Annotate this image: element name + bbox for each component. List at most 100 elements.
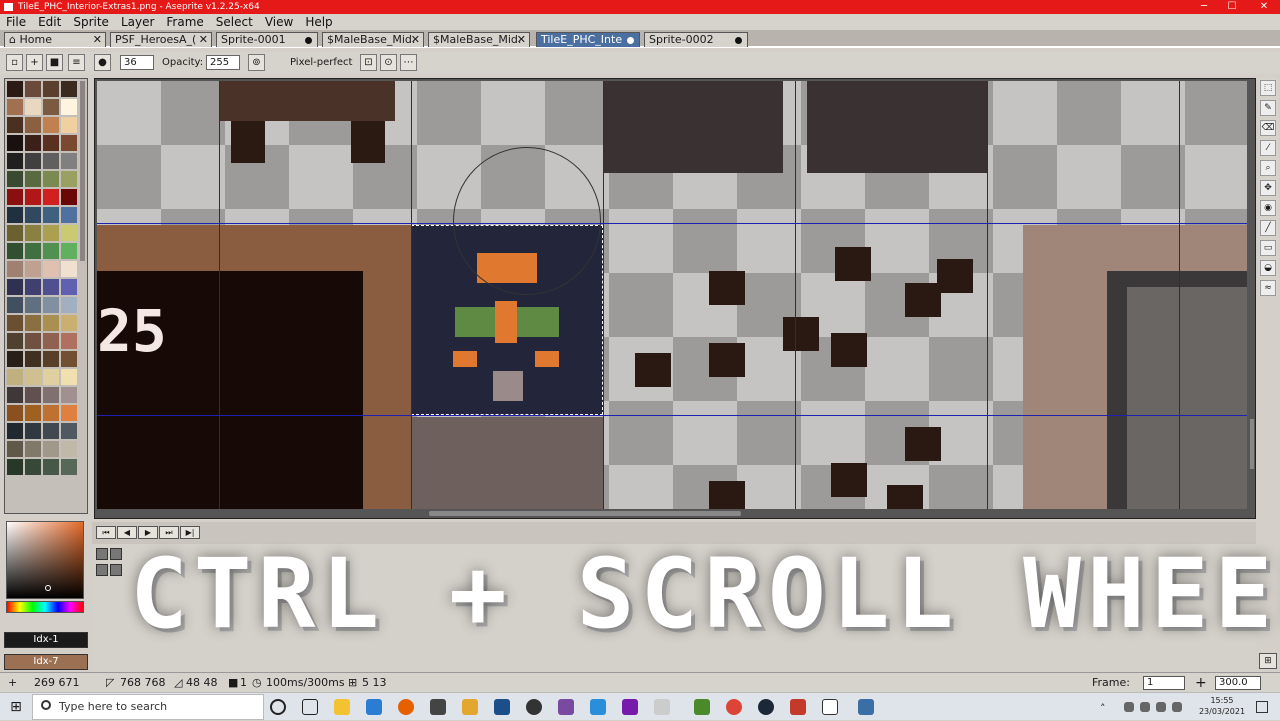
vertical-scrollbar[interactable] bbox=[1250, 419, 1254, 469]
visibility-eye-icon[interactable] bbox=[96, 548, 108, 560]
brush-square-icon[interactable]: ■ bbox=[46, 54, 63, 71]
pencil-tool-icon[interactable]: ✎ bbox=[1260, 100, 1276, 116]
app-icon[interactable] bbox=[462, 699, 478, 715]
palette-swatch[interactable] bbox=[7, 243, 23, 259]
visibility-eye-icon[interactable] bbox=[96, 564, 108, 576]
app-icon[interactable] bbox=[558, 699, 574, 715]
app-icon[interactable] bbox=[430, 699, 446, 715]
notifications-icon[interactable] bbox=[1256, 701, 1268, 713]
palette-swatch[interactable] bbox=[43, 243, 59, 259]
palette-swatch[interactable] bbox=[43, 117, 59, 133]
maximize-button[interactable]: ☐ bbox=[1218, 0, 1246, 14]
brush-size-input[interactable]: 36 bbox=[120, 55, 154, 70]
palette-swatch[interactable] bbox=[7, 441, 23, 457]
palette-swatch[interactable] bbox=[7, 297, 23, 313]
taskbar-search-box[interactable]: Type here to search bbox=[32, 694, 264, 720]
more-options-icon[interactable]: ⋯ bbox=[400, 54, 417, 71]
palette-swatch[interactable] bbox=[25, 207, 41, 223]
palette-swatch[interactable] bbox=[61, 99, 77, 115]
palette-swatch[interactable] bbox=[7, 423, 23, 439]
menu-icon[interactable]: ≡ bbox=[68, 54, 85, 71]
palette-swatch[interactable] bbox=[25, 135, 41, 151]
palette-swatch[interactable] bbox=[25, 153, 41, 169]
lock-icon[interactable]: ▫ bbox=[6, 54, 23, 71]
tab-active-document[interactable]: TileE_PHC_Inte bbox=[536, 32, 640, 47]
palette-swatch[interactable] bbox=[43, 153, 59, 169]
visual-studio-icon[interactable] bbox=[494, 699, 510, 715]
palette-swatch[interactable] bbox=[25, 423, 41, 439]
palette-swatch[interactable] bbox=[7, 153, 23, 169]
palette-swatch[interactable] bbox=[61, 261, 77, 277]
opacity-input[interactable]: 255 bbox=[206, 55, 240, 70]
system-clock[interactable]: 15:55 23/03/2021 bbox=[1196, 695, 1248, 717]
add-icon[interactable]: + bbox=[26, 54, 43, 71]
first-frame-button[interactable]: ⏮ bbox=[96, 526, 116, 539]
palette-swatch[interactable] bbox=[7, 99, 23, 115]
tab-document[interactable]: $MaleBase_Mid. ✕ bbox=[322, 32, 424, 47]
firefox-icon[interactable] bbox=[398, 699, 414, 715]
palette-swatch[interactable] bbox=[43, 261, 59, 277]
volume-icon[interactable] bbox=[1172, 702, 1182, 712]
unsaved-dot-icon[interactable] bbox=[735, 37, 742, 44]
vscode-icon[interactable] bbox=[366, 699, 382, 715]
dynamics-icon[interactable]: ⊙ bbox=[380, 54, 397, 71]
palette-swatch[interactable] bbox=[43, 351, 59, 367]
onenote-icon[interactable] bbox=[622, 699, 638, 715]
horizontal-scrollbar[interactable] bbox=[429, 511, 741, 516]
menu-select[interactable]: Select bbox=[216, 14, 259, 30]
palette-swatch[interactable] bbox=[25, 351, 41, 367]
close-tab-icon[interactable]: ✕ bbox=[199, 33, 208, 46]
palette-swatch[interactable] bbox=[43, 171, 59, 187]
palette-swatch[interactable] bbox=[7, 261, 23, 277]
eyedropper-tool-icon[interactable]: ⁄ bbox=[1260, 140, 1276, 156]
palette-swatch[interactable] bbox=[25, 369, 41, 385]
palette-swatch[interactable] bbox=[61, 297, 77, 313]
palette-swatch[interactable] bbox=[61, 225, 77, 241]
palette-swatch[interactable] bbox=[25, 261, 41, 277]
network-icon[interactable] bbox=[1156, 702, 1166, 712]
background-color[interactable]: Idx-7 bbox=[4, 654, 88, 670]
symmetry-icon[interactable]: ⊡ bbox=[360, 54, 377, 71]
palette-swatch[interactable] bbox=[43, 279, 59, 295]
lock-layer-icon[interactable] bbox=[110, 548, 122, 560]
blur-tool-icon[interactable]: ≈ bbox=[1260, 280, 1276, 296]
chrome-icon[interactable] bbox=[726, 699, 742, 715]
palette-swatch[interactable] bbox=[43, 333, 59, 349]
palette-swatch[interactable] bbox=[7, 207, 23, 223]
menu-view[interactable]: View bbox=[265, 14, 299, 30]
brush-circle-icon[interactable]: ● bbox=[94, 54, 111, 71]
palette-swatch[interactable] bbox=[61, 387, 77, 403]
palette-swatch[interactable] bbox=[61, 333, 77, 349]
move-tool-icon[interactable]: ✥ bbox=[1260, 180, 1276, 196]
palette-swatch[interactable] bbox=[43, 135, 59, 151]
palette-swatch[interactable] bbox=[25, 405, 41, 421]
palette-swatch[interactable] bbox=[61, 405, 77, 421]
palette-swatch[interactable] bbox=[25, 279, 41, 295]
color-picker-square[interactable] bbox=[6, 521, 84, 599]
unsaved-dot-icon[interactable] bbox=[627, 37, 634, 44]
palette-swatch[interactable] bbox=[25, 333, 41, 349]
palette-swatch[interactable] bbox=[61, 351, 77, 367]
steam-icon[interactable] bbox=[758, 699, 774, 715]
palette-swatch[interactable] bbox=[61, 243, 77, 259]
palette-swatch[interactable] bbox=[61, 423, 77, 439]
palette-swatch[interactable] bbox=[7, 387, 23, 403]
palette-swatch[interactable] bbox=[25, 459, 41, 475]
close-tab-icon[interactable]: ✕ bbox=[411, 33, 420, 46]
pixel-perfect-label[interactable]: Pixel-perfect bbox=[290, 56, 352, 70]
palette-swatch[interactable] bbox=[61, 369, 77, 385]
menu-file[interactable]: File bbox=[6, 14, 32, 30]
palette-swatch[interactable] bbox=[61, 315, 77, 331]
tab-document[interactable]: Sprite-0002 bbox=[644, 32, 748, 47]
palette-swatch[interactable] bbox=[43, 225, 59, 241]
menu-layer[interactable]: Layer bbox=[121, 14, 160, 30]
contour-tool-icon[interactable]: ◒ bbox=[1260, 260, 1276, 276]
palette-swatch[interactable] bbox=[43, 369, 59, 385]
palette-swatch[interactable] bbox=[43, 207, 59, 223]
palette-swatch[interactable] bbox=[25, 189, 41, 205]
ink-icon[interactable]: ⊚ bbox=[248, 54, 265, 71]
palette-swatch[interactable] bbox=[7, 225, 23, 241]
palette-swatch[interactable] bbox=[61, 207, 77, 223]
palette-swatch[interactable] bbox=[43, 315, 59, 331]
palette-swatch[interactable] bbox=[61, 459, 77, 475]
